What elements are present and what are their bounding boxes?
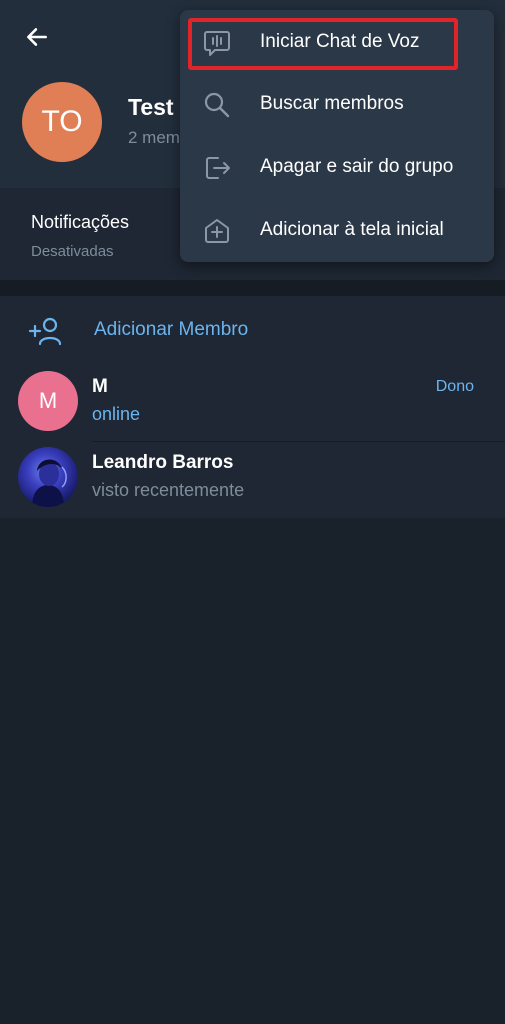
menu-item-add-to-home-screen[interactable]: Adicionar à tela inicial xyxy=(180,200,494,263)
member-name: Leandro Barros xyxy=(92,452,234,473)
group-info-screen: TO Test 2 mem Notificações Desativadas A… xyxy=(0,0,505,1024)
notifications-label: Notificações xyxy=(31,212,130,232)
add-home-icon xyxy=(205,219,229,243)
member-name: M xyxy=(92,376,108,397)
menu-item-label: Buscar membros xyxy=(260,93,404,114)
overflow-menu: Iniciar Chat de Voz Buscar membros Apaga… xyxy=(180,10,494,262)
avatar xyxy=(18,447,78,507)
search-icon xyxy=(204,92,230,118)
menu-item-search-members[interactable]: Buscar membros xyxy=(180,74,494,137)
group-avatar-initials: TO xyxy=(41,105,83,138)
back-button[interactable] xyxy=(20,20,54,54)
menu-item-label: Apagar e sair do grupo xyxy=(260,156,454,177)
group-member-count: 2 mem xyxy=(128,128,180,147)
members-section: Adicionar Membro M M online Dono Leandro… xyxy=(0,296,505,518)
member-role-badge: Dono xyxy=(435,378,474,395)
add-member-label: Adicionar Membro xyxy=(94,319,249,340)
avatar-initial: M xyxy=(38,388,58,413)
add-user-icon xyxy=(28,317,62,346)
member-status: online xyxy=(92,404,141,424)
leave-icon xyxy=(206,157,230,179)
notifications-status: Desativadas xyxy=(31,243,114,260)
member-row[interactable]: M M online Dono xyxy=(0,366,505,442)
add-member-button[interactable]: Adicionar Membro xyxy=(0,296,505,364)
back-arrow-icon xyxy=(27,28,47,46)
section-divider xyxy=(0,280,505,296)
member-status: visto recentemente xyxy=(92,480,245,500)
profile-photo-icon xyxy=(32,459,67,507)
avatar: M xyxy=(18,371,78,431)
menu-item-label: Adicionar à tela inicial xyxy=(260,219,444,240)
menu-item-label: Iniciar Chat de Voz xyxy=(260,31,420,52)
group-title: Test xyxy=(128,94,174,120)
menu-item-start-voice-chat[interactable]: Iniciar Chat de Voz xyxy=(180,12,494,75)
group-avatar[interactable]: TO xyxy=(22,82,102,162)
menu-item-delete-and-leave[interactable]: Apagar e sair do grupo xyxy=(180,137,494,200)
member-row[interactable]: Leandro Barros visto recentemente xyxy=(0,442,505,518)
voice-chat-icon xyxy=(204,31,230,56)
